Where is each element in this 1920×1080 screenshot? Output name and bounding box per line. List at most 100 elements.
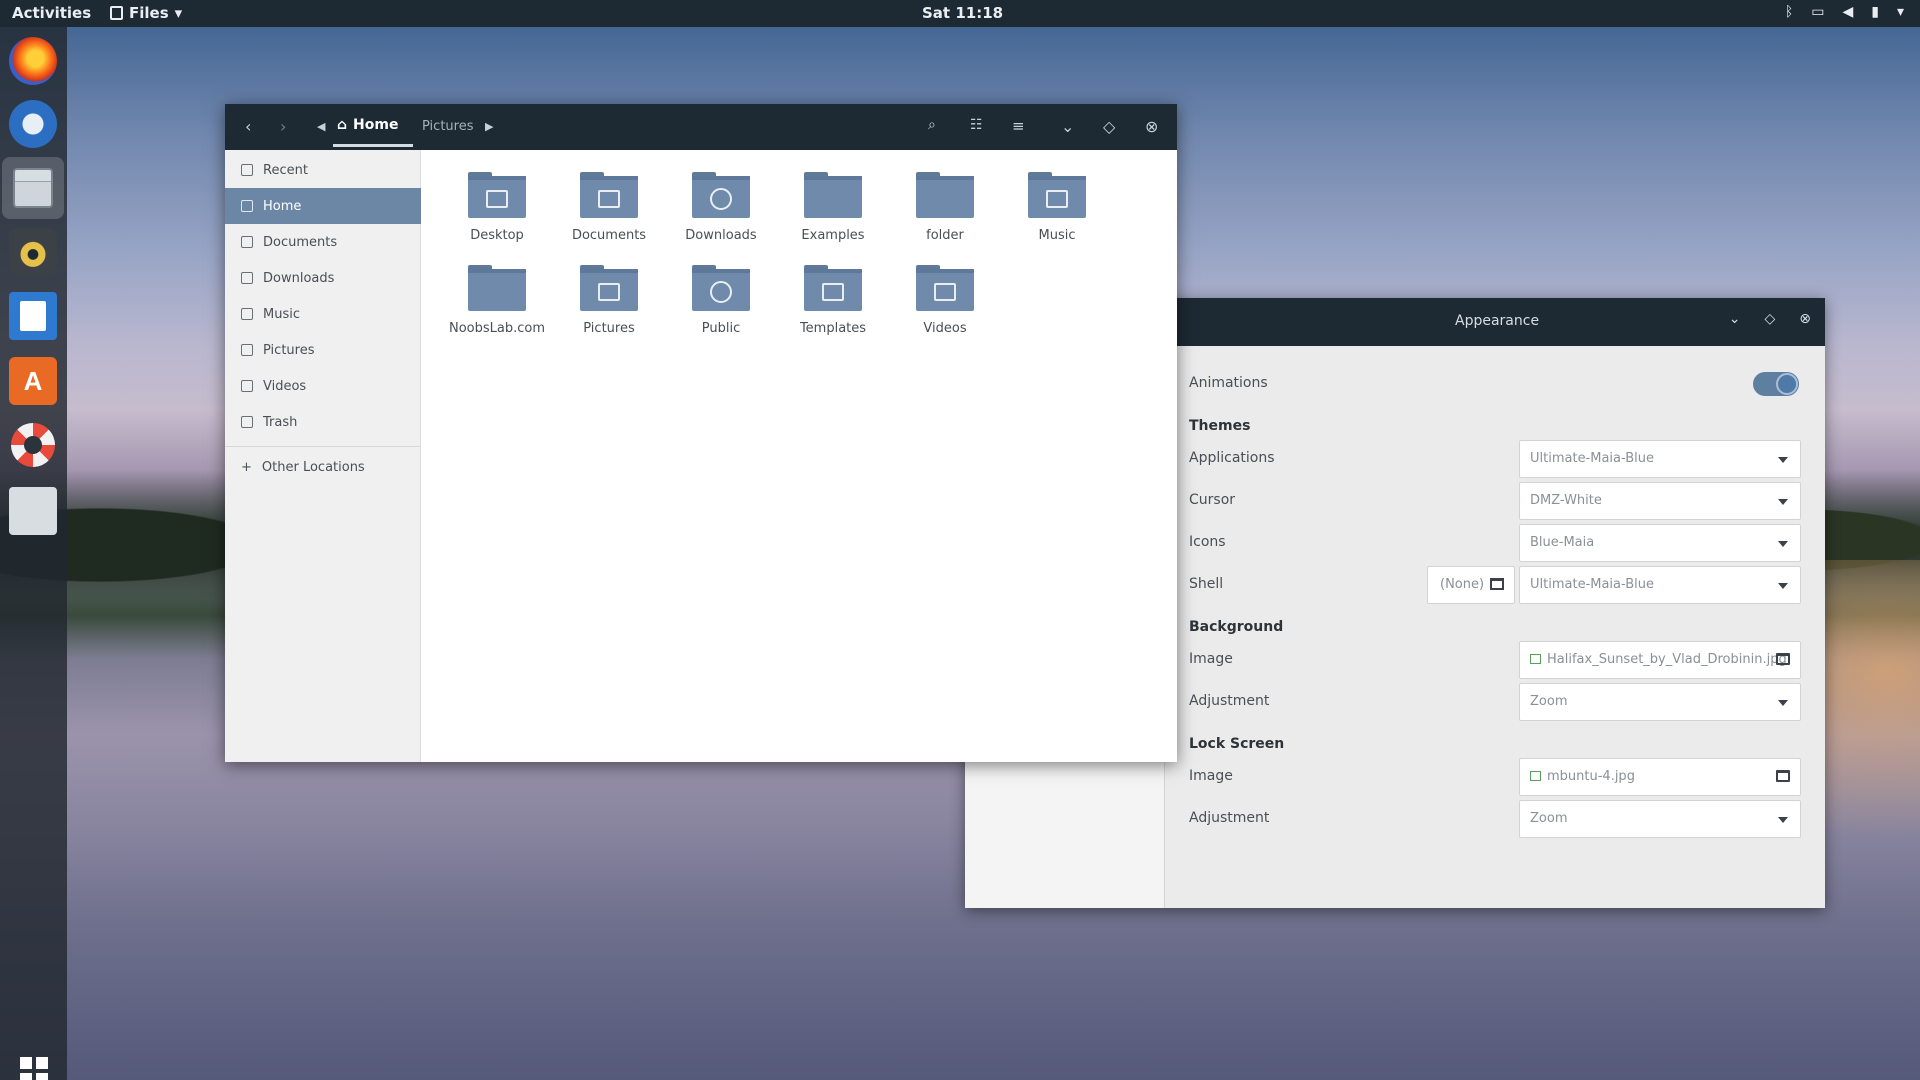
thunderbird-icon[interactable]: [9, 100, 57, 148]
folder-item[interactable]: Templates: [783, 265, 883, 336]
system-tray[interactable]: ᛒ ▭ ◀ ▮ ▾: [1785, 4, 1904, 20]
folder-item[interactable]: folder: [895, 172, 995, 243]
animations-toggle[interactable]: [1753, 372, 1799, 396]
background-adjustment-select[interactable]: Zoom: [1519, 683, 1801, 721]
writer-icon[interactable]: [9, 292, 57, 340]
themes-heading: Themes: [1189, 418, 1251, 434]
tweaks-icon[interactable]: [9, 487, 57, 535]
toggle-knob: [1776, 373, 1798, 395]
help-icon[interactable]: [9, 421, 57, 469]
view-toggle-icon[interactable]: ☷: [970, 117, 983, 133]
cursor-label: Cursor: [1189, 492, 1236, 508]
sidebar-item-home[interactable]: Home: [225, 188, 421, 224]
menu-arrow-icon[interactable]: ▾: [1897, 4, 1904, 20]
lock-adjustment-select[interactable]: Zoom: [1519, 800, 1801, 838]
forward-icon[interactable]: ›: [280, 117, 286, 136]
apps-grid-icon[interactable]: [20, 1057, 48, 1080]
top-bar: Activities Files ▾ Sat 11:18 ᛒ ▭ ◀ ▮ ▾: [0, 0, 1920, 27]
breadcrumb-home[interactable]: ⌂ Home: [337, 117, 398, 133]
clock[interactable]: Sat 11:18: [922, 4, 1003, 22]
firefox-icon[interactable]: [9, 37, 57, 85]
folder-item[interactable]: Videos: [895, 265, 995, 336]
files-dock-icon[interactable]: [2, 157, 64, 219]
places-sidebar: Recent Home Documents Downloads Music Pi…: [225, 150, 421, 762]
icons-theme-select[interactable]: Blue-Maia: [1519, 524, 1801, 562]
files-window: ‹ › ◀ ⌂ Home Pictures ▶ ⌕ ☷ ≡ ⌄ ◇ ⊗ Rece…: [225, 104, 1177, 762]
folder-item[interactable]: Examples: [783, 172, 883, 243]
image-file-icon: [1530, 771, 1541, 781]
volume-icon[interactable]: ◀: [1842, 4, 1853, 20]
folder-icon: [468, 172, 526, 218]
folder-item[interactable]: Downloads: [671, 172, 771, 243]
folder-icon: [916, 265, 974, 311]
background-adjustment-label: Adjustment: [1189, 693, 1270, 709]
maximize-icon[interactable]: ◇: [1764, 311, 1775, 327]
app-menu[interactable]: Files ▾: [110, 4, 182, 22]
close-icon[interactable]: ⊗: [1799, 311, 1811, 327]
icons-label: Icons: [1189, 534, 1226, 550]
rhythmbox-icon[interactable]: [9, 228, 57, 276]
battery-icon[interactable]: ▮: [1871, 4, 1879, 20]
chevron-down-icon: [1778, 583, 1788, 589]
cursor-theme-select[interactable]: DMZ-White: [1519, 482, 1801, 520]
sidebar-item-documents[interactable]: Documents: [225, 224, 421, 260]
sidebar-item-label: Downloads: [263, 270, 335, 286]
sidebar-item-label: Home: [263, 198, 302, 214]
sidebar-item-label: Documents: [263, 234, 338, 250]
lock-adjustment-label: Adjustment: [1189, 810, 1270, 826]
menu-icon[interactable]: ≡: [1012, 117, 1025, 135]
bluetooth-icon[interactable]: ᛒ: [1785, 4, 1793, 20]
folder-item[interactable]: Desktop: [447, 172, 547, 243]
folder-item[interactable]: Music: [1007, 172, 1107, 243]
folder-item[interactable]: Public: [671, 265, 771, 336]
folder-item[interactable]: Documents: [559, 172, 659, 243]
maximize-icon[interactable]: ◇: [1103, 117, 1115, 136]
document-page-icon: [20, 301, 46, 331]
sidebar-item-pictures[interactable]: Pictures: [225, 332, 421, 368]
folder-item[interactable]: Pictures: [559, 265, 659, 336]
appearance-content: Animations Themes Applications Ultimate-…: [1165, 346, 1825, 908]
sidebar-item-label: Trash: [263, 414, 298, 430]
shell-extension-button[interactable]: (None): [1427, 566, 1515, 604]
breadcrumb-pictures[interactable]: Pictures: [422, 119, 473, 134]
shell-theme-select[interactable]: Ultimate-Maia-Blue: [1519, 566, 1801, 604]
lock-adjustment-value: Zoom: [1530, 811, 1568, 826]
search-icon[interactable]: ⌕: [928, 117, 936, 133]
minimize-icon[interactable]: ⌄: [1061, 117, 1074, 136]
screen-icon[interactable]: ▭: [1811, 4, 1824, 20]
folder-icon: [580, 265, 638, 311]
chevron-down-icon: [1778, 499, 1788, 505]
dock: A: [0, 27, 67, 1080]
software-center-icon[interactable]: A: [9, 357, 57, 405]
sidebar-item-trash[interactable]: Trash: [225, 404, 421, 440]
back-icon[interactable]: ‹: [245, 117, 251, 136]
sidebar-item-recent[interactable]: Recent: [225, 152, 421, 188]
sidebar-item-music[interactable]: Music: [225, 296, 421, 332]
activities-button[interactable]: Activities: [12, 4, 91, 22]
lock-image-chooser[interactable]: mbuntu-4.jpg: [1519, 758, 1801, 796]
folder-label: Documents: [571, 228, 647, 243]
background-image-chooser[interactable]: Halifax_Sunset_by_Vlad_Drobinin.jpg: [1519, 641, 1801, 679]
applications-theme-value: Ultimate-Maia-Blue: [1530, 451, 1655, 466]
applications-theme-select[interactable]: Ultimate-Maia-Blue: [1519, 440, 1801, 478]
folder-icon: [580, 172, 638, 218]
appearance-window-controls: ⌄ ◇ ⊗: [1729, 311, 1811, 327]
chevron-down-icon: [1778, 457, 1788, 463]
close-icon[interactable]: ⊗: [1145, 117, 1158, 136]
file-view: Desktop Documents Downloads Examples fol…: [421, 150, 1177, 762]
applications-label: Applications: [1189, 450, 1275, 466]
path-right-icon[interactable]: ▶: [485, 120, 493, 133]
home-icon: [241, 200, 253, 212]
icons-theme-value: Blue-Maia: [1530, 535, 1595, 550]
sidebar-item-other-locations[interactable]: + Other Locations: [225, 449, 421, 485]
background-heading: Background: [1189, 619, 1284, 635]
sidebar-item-downloads[interactable]: Downloads: [225, 260, 421, 296]
sidebar-item-videos[interactable]: Videos: [225, 368, 421, 404]
breadcrumb-active-indicator: [333, 144, 413, 147]
files-headerbar[interactable]: ‹ › ◀ ⌂ Home Pictures ▶ ⌕ ☷ ≡ ⌄ ◇ ⊗: [225, 104, 1177, 150]
minimize-icon[interactable]: ⌄: [1729, 311, 1741, 327]
files-app-icon: [110, 6, 123, 20]
background-image-label: Image: [1189, 651, 1233, 667]
folder-item[interactable]: NoobsLab.com: [447, 265, 547, 336]
path-left-icon[interactable]: ◀: [317, 120, 325, 133]
